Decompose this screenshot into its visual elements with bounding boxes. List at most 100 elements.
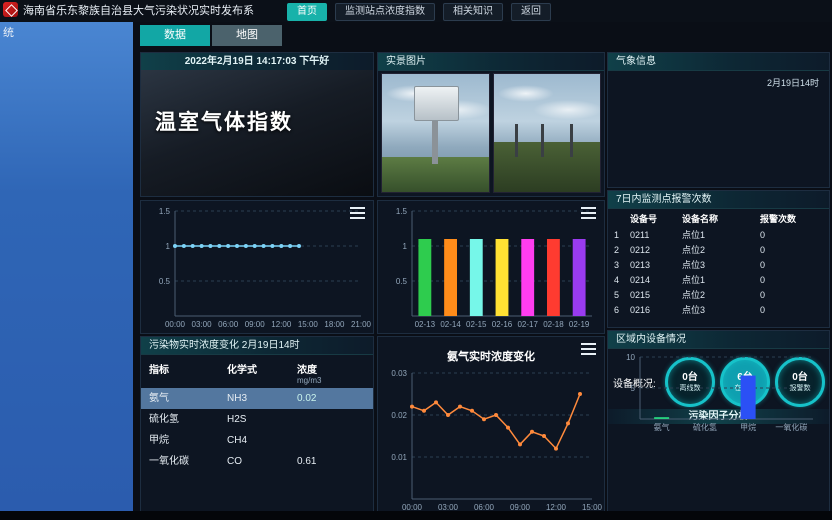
table-row: 2 0212 点位2 0 (608, 242, 829, 257)
row-index: 3 (614, 260, 630, 270)
pollutant-formula: H2S (227, 409, 297, 430)
svg-text:02-13: 02-13 (415, 320, 436, 329)
weather-panel: 气象信息 2月19日14时 (607, 52, 830, 188)
pollutant-table-header: 指标 化学式 浓度mg/m3 (141, 355, 373, 388)
svg-text:1: 1 (166, 242, 171, 251)
nav-knowledge-button[interactable]: 相关知识 (443, 3, 503, 21)
device-id: 0212 (630, 245, 682, 255)
device-id: 0215 (630, 290, 682, 300)
pollutant-value (297, 409, 357, 430)
pollutant-row-co[interactable]: 一氧化碳 CO 0.61 (141, 451, 373, 472)
devices-panel: 区域内设备情况 设备概况: 0台 离线数 6台 在线数 0台 报警数 污染因子分… (607, 330, 830, 517)
live-photos-title: 实景图片 (378, 53, 604, 71)
svg-text:18:00: 18:00 (324, 320, 345, 329)
alarm-count: 0 (760, 275, 815, 285)
pollutant-value: 0.61 (297, 451, 357, 472)
svg-text:5: 5 (631, 384, 636, 393)
nav-station-index-button[interactable]: 监测站点浓度指数 (335, 3, 435, 21)
alarm-count: 0 (760, 245, 815, 255)
alarm-count: 0 (760, 230, 815, 240)
photo-monitoring-station[interactable] (381, 73, 490, 193)
row-index: 6 (614, 305, 630, 315)
main-nav: 首页 监测站点浓度指数 相关知识 返回 (287, 3, 551, 21)
photo-fence-post (515, 124, 518, 157)
alarm-table-header: 设备号 设备名称 报警次数 (608, 209, 829, 227)
device-id: 0216 (630, 305, 682, 315)
nav-home-button[interactable]: 首页 (287, 3, 327, 21)
device-id: 0213 (630, 260, 682, 270)
col-concentration-label: 浓度 (297, 365, 317, 376)
svg-text:0.5: 0.5 (396, 277, 408, 286)
svg-text:1.5: 1.5 (159, 207, 171, 216)
svg-text:10: 10 (626, 353, 635, 362)
device-name: 点位2 (682, 243, 760, 256)
bottom-strip (0, 511, 832, 520)
svg-text:0.02: 0.02 (391, 411, 407, 420)
col-concentration: 浓度mg/m3 (297, 361, 357, 385)
daily-index-bar-chart[interactable]: 0.5 1 1.5 02-13 02-14 02-15 02-16 02-17 02-18 02-… (380, 203, 602, 331)
row-index: 1 (614, 230, 630, 240)
photo-field-site[interactable] (493, 73, 602, 193)
nav-back-button[interactable]: 返回 (511, 3, 551, 21)
svg-text:09:00: 09:00 (245, 320, 266, 329)
photo-sensor-cabinet (414, 86, 459, 121)
svg-text:02-17: 02-17 (517, 320, 538, 329)
alarm-col-count: 报警次数 (760, 212, 815, 225)
device-name: 点位1 (682, 228, 760, 241)
svg-text:0.03: 0.03 (391, 369, 407, 378)
alarm-count: 0 (760, 305, 815, 315)
svg-text:00:00: 00:00 (165, 320, 186, 329)
clock-panel: 2022年2月19日 14:17:03 下午好 温室气体指数 (140, 52, 374, 197)
alarm-col-device-id: 设备号 (630, 212, 682, 225)
pollutant-panel-title: 污染物实时浓度变化 2月19日14时 (141, 337, 373, 355)
svg-text:02-18: 02-18 (543, 320, 564, 329)
pollutant-name: 一氧化碳 (149, 451, 227, 472)
pollutant-formula: NH3 (227, 388, 297, 409)
pollutant-row-ch4[interactable]: 甲烷 CH4 (141, 430, 373, 451)
svg-text:06:00: 06:00 (218, 320, 239, 329)
svg-text:02-19: 02-19 (569, 320, 590, 329)
alarm-col-device-name: 设备名称 (682, 212, 760, 225)
svg-text:03:00: 03:00 (192, 320, 213, 329)
device-name: 点位3 (682, 303, 760, 316)
svg-text:硫化氢: 硫化氢 (693, 422, 717, 432)
svg-text:02-16: 02-16 (492, 320, 513, 329)
pollutant-row-nh3[interactable]: 氨气 NH3 0.02 (141, 388, 373, 409)
chart-toolbox-icon[interactable] (581, 343, 596, 355)
pollutant-row-h2s[interactable]: 硫化氢 H2S (141, 409, 373, 430)
concentration-unit: mg/m3 (297, 376, 357, 385)
svg-text:15:00: 15:00 (298, 320, 319, 329)
nh3-line-chart[interactable]: 0.010.020.0300:0003:0006:0009:0012:0015:… (380, 365, 602, 514)
device-id: 0214 (630, 275, 682, 285)
alarm-count: 0 (760, 260, 815, 270)
svg-text:12:00: 12:00 (271, 320, 292, 329)
nh3-chart-title: 氨气实时浓度变化 (378, 348, 604, 364)
datetime-text: 2022年2月19日 14:17:03 下午好 (141, 53, 373, 71)
device-name: 点位2 (682, 288, 760, 301)
svg-text:1.5: 1.5 (396, 207, 408, 216)
row-index: 2 (614, 245, 630, 255)
pollutant-value: 0.02 (297, 388, 357, 409)
chart-toolbox-icon[interactable] (350, 207, 365, 219)
svg-text:1: 1 (403, 242, 408, 251)
weather-panel-title: 气象信息 (608, 53, 829, 71)
nh3-chart-panel: 氨气实时浓度变化 0.010.020.0300:0003:0006:0009:0… (377, 336, 605, 517)
table-row: 5 0215 点位2 0 (608, 287, 829, 302)
pollutant-name: 甲烷 (149, 430, 227, 451)
svg-text:02-15: 02-15 (466, 320, 487, 329)
factor-analysis-bar-chart[interactable]: 510氨气硫化氢甲烷一氧化碳 (608, 349, 823, 434)
svg-text:一氧化碳: 一氧化碳 (775, 422, 807, 432)
photo-fence-post (570, 124, 573, 157)
chart-toolbox-icon[interactable] (581, 207, 596, 219)
pollutant-value (297, 430, 357, 451)
greenhouse-index-line-chart[interactable]: 0.5 1 1.5 00:00 03:00 06:00 09:00 12:00 15:00 18:… (143, 203, 371, 331)
weather-timestamp: 2月19日14时 (767, 76, 819, 89)
svg-text:0.5: 0.5 (159, 277, 171, 286)
table-row: 4 0214 点位1 0 (608, 272, 829, 287)
app-title: 海南省乐东黎族自治县大气污染状况实时发布系统 (3, 0, 259, 44)
svg-text:02-14: 02-14 (440, 320, 461, 329)
table-row: 3 0213 点位3 0 (608, 257, 829, 272)
svg-text:0.01: 0.01 (391, 453, 407, 462)
row-index: 4 (614, 275, 630, 285)
pollutant-formula: CH4 (227, 430, 297, 451)
